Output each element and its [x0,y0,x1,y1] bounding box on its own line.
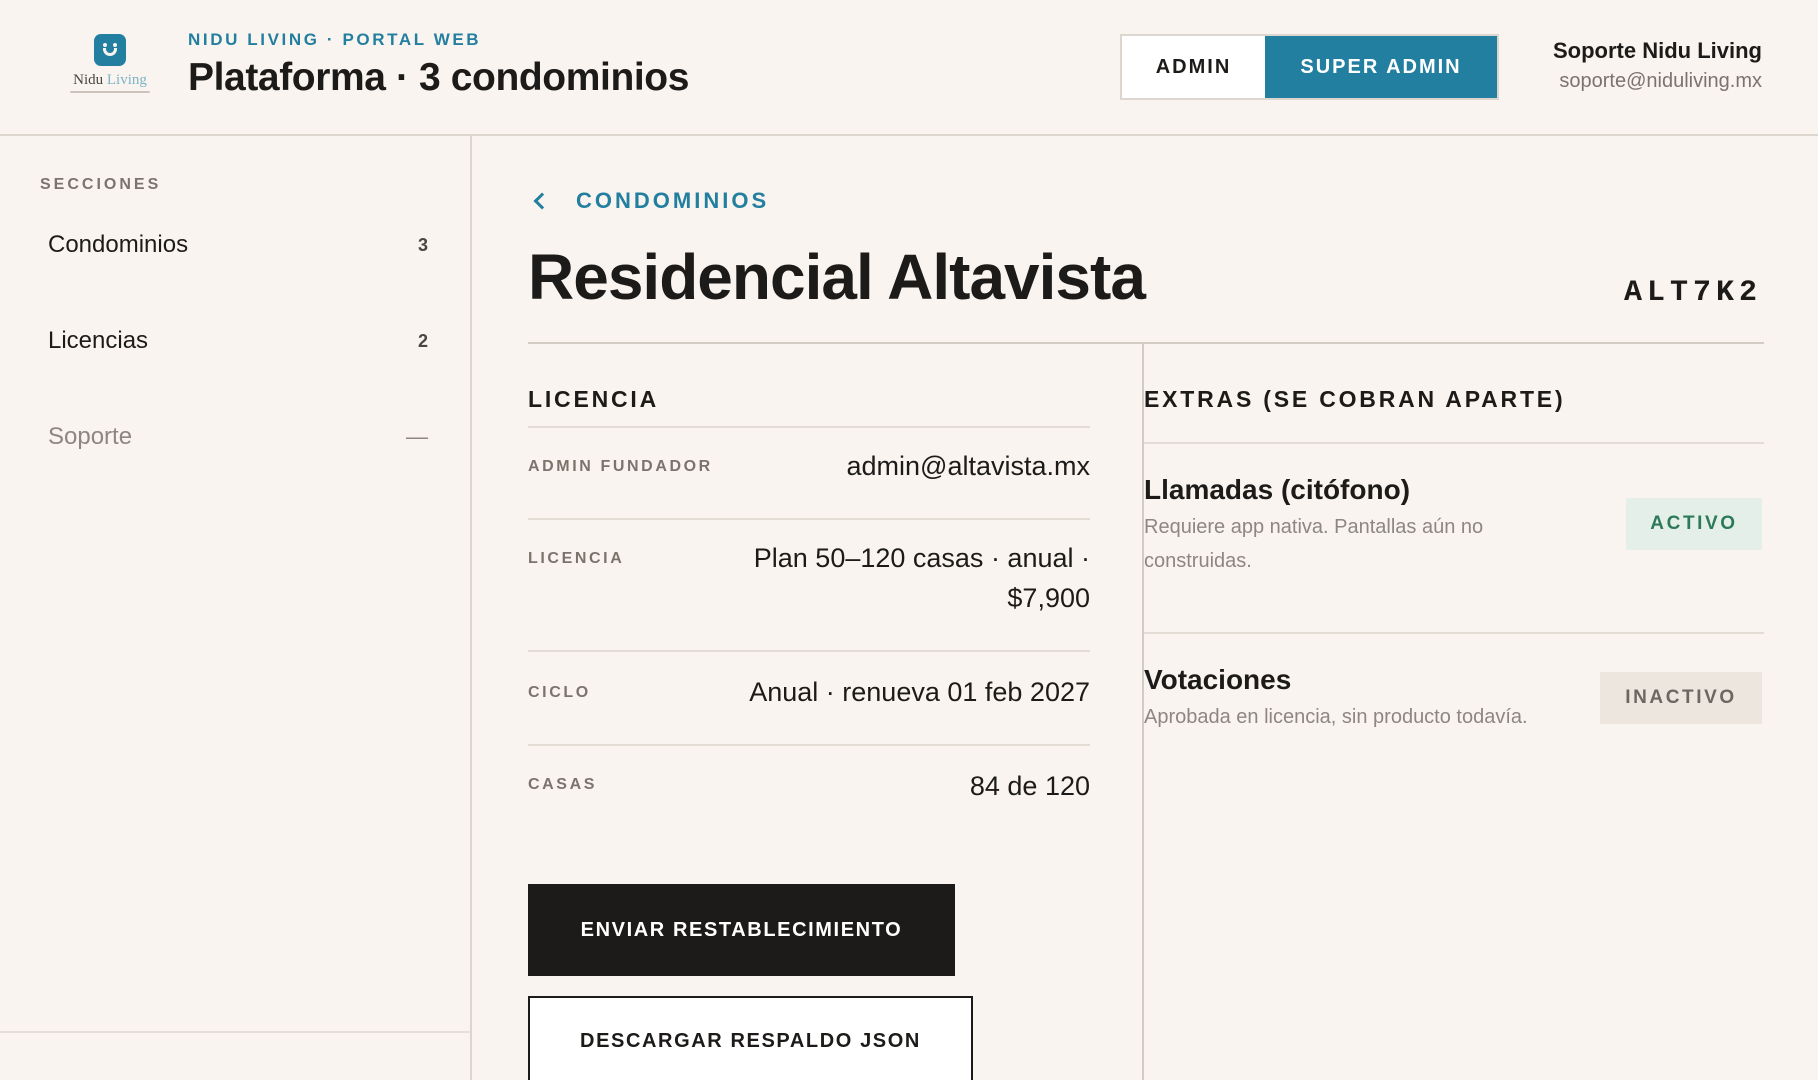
sidebar-item-condominios[interactable]: Condominios 3 [48,225,428,265]
sidebar-item-licencias[interactable]: Licencias 2 [48,321,428,361]
sidebar-item-label: Soporte [48,423,133,450]
app-window: Nidu Living NIDU LIVING · PORTAL WEB Pla… [0,0,1818,1080]
breadcrumb[interactable]: CONDOMINIOS [530,188,769,214]
license-row-value: admin@altavista.mx [846,451,1091,481]
license-row-cycle: CICLO Anual · renueva 01 feb 2027 [528,650,1090,744]
user-email: soporte@niduliving.mx [1559,70,1762,92]
title-divider [528,342,1764,344]
sidebar-item-label: Licencias [48,327,149,354]
top-header: Nidu Living NIDU LIVING · PORTAL WEB Pla… [0,0,1818,136]
logo-tagline [70,91,150,93]
license-row-key: CICLO [528,684,591,701]
download-json-backup-button[interactable]: DESCARGAR RESPALDO JSON [528,996,973,1080]
extra-description: Aprobada en licencia, sin producto todav… [1144,706,1528,728]
license-row-key: LICENCIA [528,550,625,567]
role-admin-button[interactable]: ADMIN [1122,36,1265,98]
send-reset-button[interactable]: ENVIAR RESTABLECIMIENTO [528,884,955,976]
sidebar-item-count: — [406,424,428,449]
logo-mark-icon [94,34,126,66]
license-row-houses: CASAS 84 de 120 [528,744,1090,838]
extra-description: Requiere app nativa. Pantallas aún no co… [1144,516,1484,572]
logo-wordmark: Nidu Living [73,72,147,88]
nidu-living-logo[interactable]: Nidu Living [64,34,156,102]
sidebar: SECCIONES Condominios 3 Licencias 2 Sopo… [0,136,472,1080]
extras-section-title: EXTRAS (SE COBRAN APARTE) [1144,386,1566,412]
status-badge: INACTIVO [1600,672,1762,724]
extra-name: Llamadas (citófono) [1144,474,1411,505]
license-row-plan: LICENCIA Plan 50–120 casas · anual · $7,… [528,518,1090,650]
condominium-code: ALT7K2 [1623,276,1762,310]
platform-title: Plataforma · 3 condominios [188,56,690,99]
extra-name: Votaciones [1144,664,1292,695]
user-name[interactable]: Soporte Nidu Living [1553,38,1762,64]
sidebar-item-count: 2 [417,330,428,351]
license-row-key: CASAS [528,776,598,793]
sidebar-item-count: 3 [417,234,428,255]
sidebar-item-soporte: Soporte — [48,417,428,457]
extras-divider [1144,442,1764,444]
status-badge: ACTIVO [1626,498,1762,550]
page-title: Residencial Altavista [528,241,1146,313]
license-row-value: 84 de 120 [969,771,1090,801]
license-row-value: Anual · renueva 01 feb 2027 [749,677,1090,707]
extras-divider [1144,632,1764,634]
breadcrumb-condominios-link[interactable]: CONDOMINIOS [576,188,769,214]
role-super-admin-button[interactable]: SUPER ADMIN [1265,36,1497,98]
sidebar-divider [0,1031,470,1033]
sidebar-item-label: Condominios [48,231,189,258]
role-switch: ADMIN SUPER ADMIN [1120,34,1499,100]
sidebar-heading: SECCIONES [40,176,162,193]
license-row-key: ADMIN FUNDADOR [528,458,713,475]
main-content: CONDOMINIOS Residencial Altavista ALT7K2… [474,136,1818,1080]
license-row-admin: ADMIN FUNDADOR admin@altavista.mx [528,426,1090,518]
license-section-title: LICENCIA [528,386,660,412]
portal-eyebrow: NIDU LIVING · PORTAL WEB [188,30,482,49]
chevron-left-icon [533,192,551,210]
license-row-value: Plan 50–120 casas · anual · $7,900 [753,543,1090,613]
